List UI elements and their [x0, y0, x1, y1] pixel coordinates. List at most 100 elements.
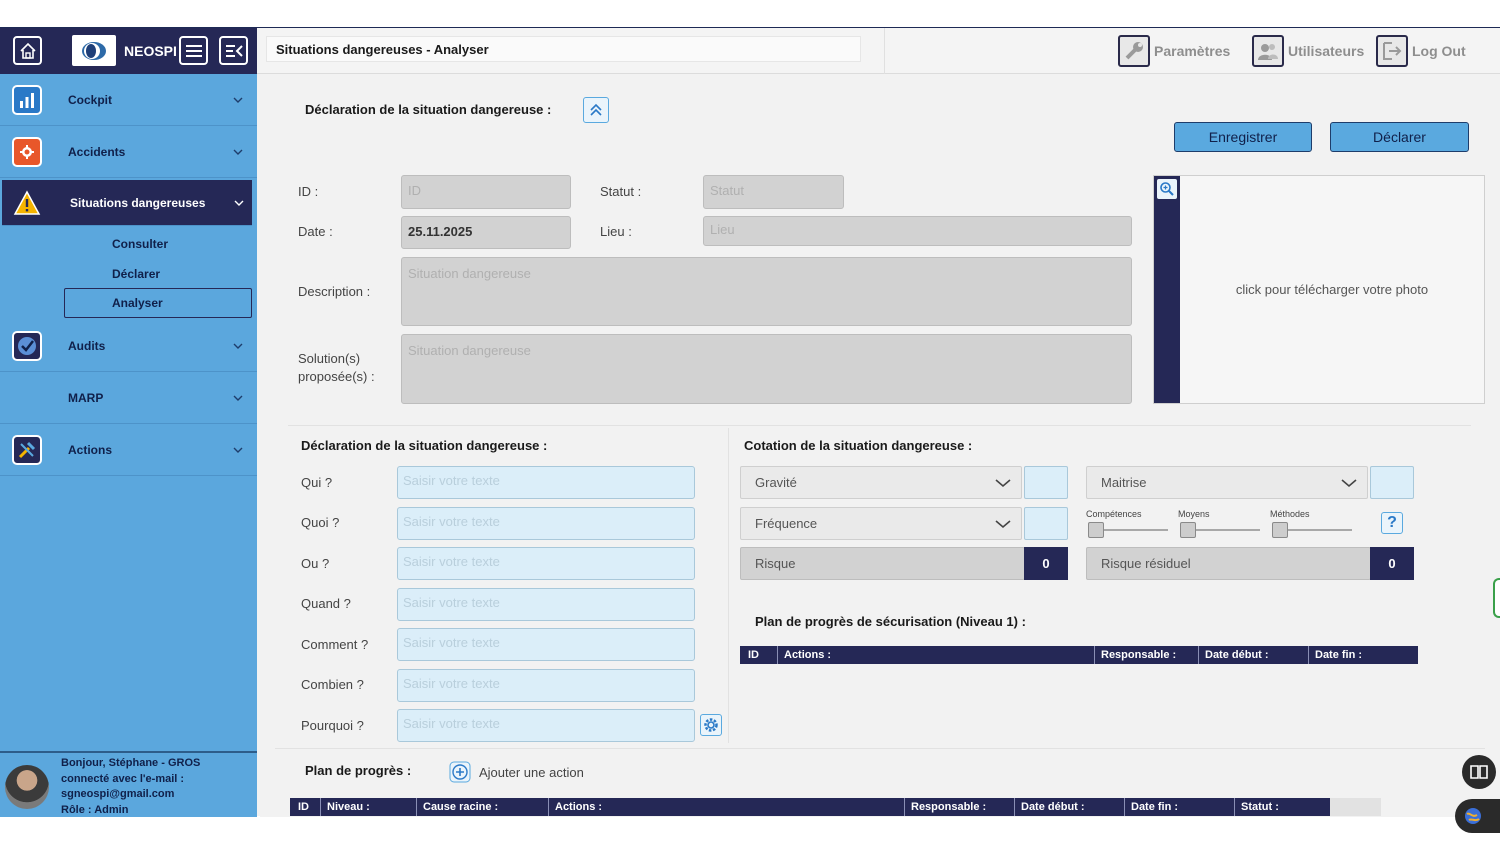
- page-title: Situations dangereuses - Analyser: [266, 36, 861, 62]
- frequence-value[interactable]: [1024, 507, 1068, 540]
- home-button[interactable]: [13, 36, 42, 65]
- warning-icon: [12, 187, 42, 218]
- assistant-button[interactable]: [1455, 799, 1500, 833]
- qui-input[interactable]: Saisir votre texte: [397, 466, 695, 499]
- solution-label-2: proposée(s) :: [298, 369, 375, 384]
- column-header: Actions :: [777, 646, 1086, 664]
- chevron-down-icon: [995, 479, 1011, 488]
- question-label: Qui ?: [301, 475, 333, 490]
- question-label: Pourquoi ?: [301, 718, 364, 733]
- place-field[interactable]: Lieu: [703, 216, 1132, 246]
- frequence-dropdown[interactable]: Fréquence: [740, 507, 1022, 540]
- date-field[interactable]: 25.11.2025: [401, 216, 571, 249]
- solution-field[interactable]: Situation dangereuse: [401, 334, 1132, 404]
- wrench-icon: [1118, 35, 1150, 67]
- sidebar-item-label: Audits: [68, 338, 106, 353]
- chevron-down-icon: [1341, 479, 1357, 488]
- maitrise-label: Maitrise: [1101, 475, 1147, 490]
- risque-residuel-field: Risque résiduel: [1086, 547, 1371, 580]
- sidebar-item-label: Accidents: [68, 144, 126, 159]
- question-label: Quand ?: [301, 596, 351, 611]
- chevron-double-up-icon: [590, 103, 602, 116]
- app-window: NEOSPI Cockpit Accidents Situations dang…: [0, 27, 1500, 833]
- risque-value: 0: [1024, 547, 1068, 580]
- logout-button[interactable]: Log Out: [1376, 35, 1466, 67]
- parametres-label: Paramètres: [1154, 43, 1231, 59]
- help-button[interactable]: ?: [1381, 512, 1403, 534]
- id-field[interactable]: ID: [401, 175, 571, 209]
- chart-icon: [12, 84, 42, 115]
- solution-label-1: Solution(s): [298, 351, 361, 366]
- comment-input[interactable]: Saisir votre texte: [397, 628, 695, 661]
- cotation-title: Cotation de la situation dangereuse :: [744, 438, 973, 453]
- subitem-declarer[interactable]: Déclarer: [112, 267, 160, 281]
- column-header: Date début :: [1014, 798, 1124, 816]
- column-header: Responsable :: [1094, 646, 1197, 664]
- zoom-button[interactable]: [1157, 179, 1177, 199]
- chevron-down-icon: [233, 97, 243, 103]
- description-label: Description :: [298, 284, 371, 299]
- gear-icon: [704, 718, 718, 732]
- quand-input[interactable]: Saisir votre texte: [397, 588, 695, 621]
- sidebar-item-actions[interactable]: Actions: [0, 424, 257, 476]
- slider-label: Compétences: [1086, 509, 1142, 519]
- chevron-down-icon: [233, 447, 243, 453]
- table-scroll-area: [1330, 798, 1381, 816]
- description-field[interactable]: Situation dangereuse: [401, 257, 1132, 326]
- competences-slider-knob[interactable]: [1088, 522, 1104, 538]
- gravite-dropdown[interactable]: Gravité: [740, 466, 1022, 499]
- help-icon: ?: [1387, 514, 1397, 531]
- magnifier-icon: [1160, 182, 1174, 196]
- logout-label: Log Out: [1412, 43, 1466, 59]
- book-button[interactable]: [1462, 755, 1496, 789]
- column-header: Actions :: [548, 798, 904, 816]
- column-header: Date fin :: [1308, 646, 1418, 664]
- sidebar-item-situations-dangereuses[interactable]: Situations dangereuses: [2, 180, 252, 226]
- globe-icon: [1465, 808, 1481, 824]
- id-label: ID :: [298, 184, 319, 199]
- collapse-section-button[interactable]: [583, 97, 609, 123]
- question-label: Comment ?: [301, 637, 369, 652]
- parametres-button[interactable]: Paramètres: [1118, 35, 1230, 67]
- brand-name: NEOSPI: [124, 43, 177, 59]
- utilisateurs-button[interactable]: Utilisateurs: [1252, 35, 1364, 67]
- tools-icon: [12, 434, 42, 465]
- subitem-consulter[interactable]: Consulter: [112, 237, 168, 251]
- add-action-button[interactable]: Ajouter une action: [449, 761, 584, 783]
- column-header: Cause racine :: [416, 798, 548, 816]
- sidebar-item-label: MARP: [68, 390, 104, 405]
- subitem-analyser[interactable]: Analyser: [112, 296, 163, 310]
- menu-button[interactable]: [179, 36, 208, 65]
- main-content: Déclaration de la situation dangereuse :…: [260, 78, 1500, 833]
- sidebar-item-audits[interactable]: Audits: [0, 320, 257, 372]
- collapse-sidebar-button[interactable]: [219, 36, 248, 65]
- sidebar-item-marp[interactable]: MARP: [0, 372, 257, 424]
- quoi-input[interactable]: Saisir votre texte: [397, 507, 695, 540]
- combien-input[interactable]: Saisir votre texte: [397, 669, 695, 702]
- plan-title: Plan de progrès :: [305, 763, 412, 778]
- ou-input[interactable]: Saisir votre texte: [397, 547, 695, 580]
- methodes-slider-knob[interactable]: [1272, 522, 1288, 538]
- question-label: Quoi ?: [301, 515, 340, 530]
- maitrise-value[interactable]: [1370, 466, 1414, 499]
- sidebar-item-accidents[interactable]: Accidents: [0, 126, 257, 178]
- sidebar-item-label: Cockpit: [68, 92, 113, 107]
- utilisateurs-label: Utilisateurs: [1288, 43, 1365, 59]
- brand-logo: [72, 35, 116, 66]
- home-icon: [19, 42, 36, 59]
- photo-upload[interactable]: click pour télécharger votre photo: [1153, 175, 1485, 404]
- declare-button[interactable]: Déclarer: [1330, 122, 1469, 152]
- moyens-slider-knob[interactable]: [1180, 522, 1196, 538]
- chevron-down-icon: [233, 343, 243, 349]
- chevron-down-icon: [995, 520, 1011, 529]
- column-header: ID: [298, 801, 309, 813]
- sidebar-item-cockpit[interactable]: Cockpit: [0, 74, 257, 126]
- gravite-value[interactable]: [1024, 466, 1068, 499]
- maitrise-dropdown[interactable]: Maitrise: [1086, 466, 1368, 499]
- status-field[interactable]: Statut: [703, 175, 844, 209]
- save-button[interactable]: Enregistrer: [1174, 122, 1312, 152]
- side-tab-handle[interactable]: [1493, 578, 1500, 618]
- pourquoi-input[interactable]: Saisir votre texte: [397, 709, 695, 742]
- settings-button[interactable]: [700, 714, 722, 736]
- badge-check-icon: [12, 330, 42, 361]
